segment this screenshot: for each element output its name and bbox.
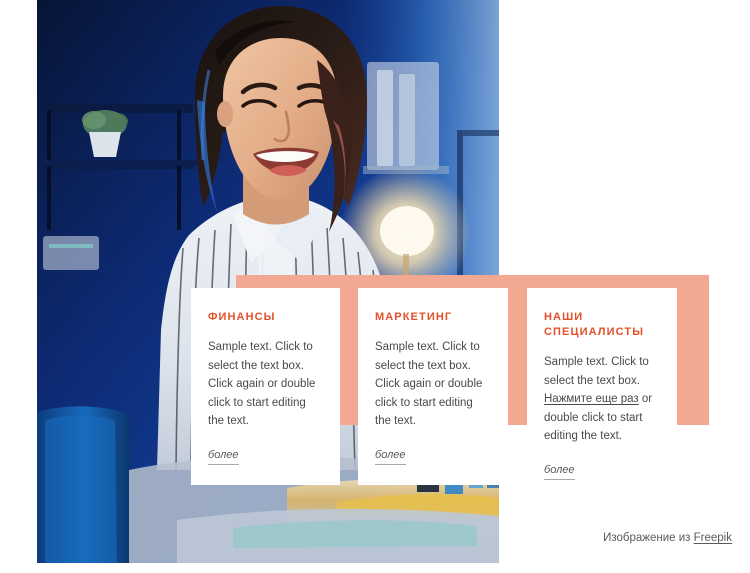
card-title: ФИНАНСЫ bbox=[208, 311, 276, 323]
card-content: МАРКЕТИНГ Sample text. Click to select t… bbox=[358, 288, 508, 465]
more-link[interactable]: более bbox=[208, 448, 239, 465]
press-again-link[interactable]: Нажмите еще раз bbox=[544, 393, 639, 405]
card-title: НАШИ СПЕЦИАЛИСТЫ bbox=[544, 311, 645, 338]
card-title: МАРКЕТИНГ bbox=[375, 311, 453, 323]
card-body: Sample text. Click to select the text bo… bbox=[544, 353, 660, 446]
feature-card-finance[interactable]: ФИНАНСЫ Sample text. Click to select the… bbox=[191, 288, 340, 485]
card-content: НАШИ СПЕЦИАЛИСТЫ Sample text. Click to s… bbox=[527, 288, 677, 480]
card-body: Sample text. Click to select the text bo… bbox=[375, 341, 483, 427]
feature-card-marketing[interactable]: МАРКЕТИНГ Sample text. Click to select t… bbox=[358, 288, 508, 485]
more-link[interactable]: более bbox=[544, 463, 575, 480]
image-credit-prefix: Изображение из bbox=[603, 532, 694, 544]
card-content: ФИНАНСЫ Sample text. Click to select the… bbox=[191, 288, 340, 465]
card-body: Sample text. Click to select the text bo… bbox=[208, 341, 316, 427]
feature-card-specialists[interactable]: НАШИ СПЕЦИАЛИСТЫ Sample text. Click to s… bbox=[527, 288, 677, 485]
card-body-text-before: Sample text. Click to select the text bo… bbox=[544, 356, 649, 387]
image-credit: Изображение из Freepik bbox=[603, 531, 732, 546]
more-link[interactable]: более bbox=[375, 448, 406, 465]
freepik-link[interactable]: Freepik bbox=[694, 532, 732, 544]
